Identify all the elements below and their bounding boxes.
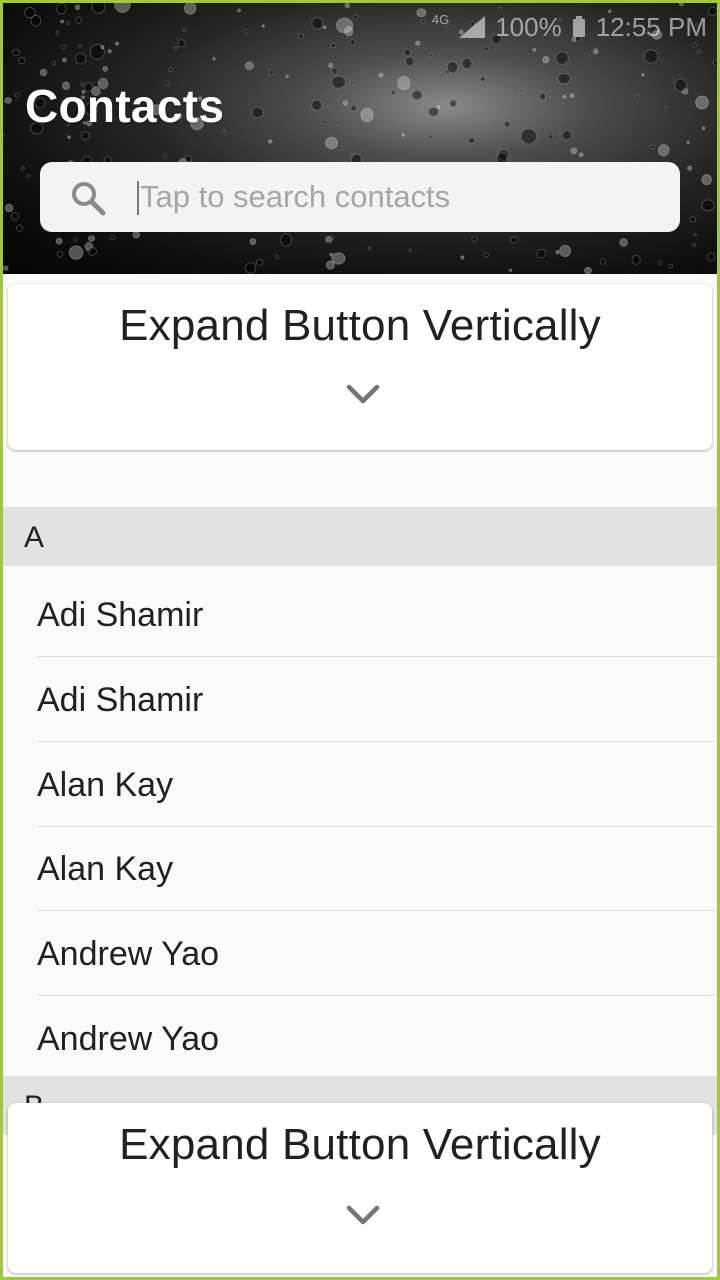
chevron-down-icon	[346, 384, 380, 404]
search-input[interactable]	[140, 162, 660, 232]
contact-name: Andrew Yao	[37, 935, 220, 973]
contact-name: Adi Shamir	[37, 596, 204, 634]
expand-button-label: Expand Button Vertically	[119, 301, 601, 350]
contact-row[interactable]: Adi Shamir	[3, 657, 717, 742]
search-icon	[72, 182, 106, 216]
contact-row[interactable]: Andrew Yao	[3, 911, 717, 996]
contact-row[interactable]: Alan Kay	[3, 826, 717, 911]
contact-name: Adi Shamir	[37, 681, 204, 719]
header-banner: 4G 100% 12:55 PM Contacts	[3, 3, 717, 274]
battery-icon	[572, 16, 585, 37]
contact-name: Andrew Yao	[37, 1020, 220, 1058]
section-header-a: A	[3, 507, 717, 566]
chevron-down-icon	[346, 1205, 380, 1225]
contact-row[interactable]: Andrew Yao	[3, 996, 717, 1081]
expand-button-label: Expand Button Vertically	[119, 1120, 601, 1169]
battery-percent: 100%	[495, 11, 562, 42]
text-cursor	[137, 181, 139, 215]
expand-button-top[interactable]: Expand Button Vertically	[8, 284, 712, 450]
section-letter: A	[24, 521, 45, 554]
contact-name: Alan Kay	[37, 850, 174, 888]
expand-button-bottom[interactable]: Expand Button Vertically	[8, 1103, 712, 1273]
contact-row[interactable]: Alan Kay	[3, 742, 717, 827]
network-type: 4G	[431, 11, 450, 27]
page-title: Contacts	[25, 80, 225, 132]
search-bar[interactable]	[40, 162, 680, 232]
status-bar: 4G 100% 12:55 PM	[432, 9, 707, 45]
signal-icon	[459, 16, 486, 38]
contact-row[interactable]: Adi Shamir	[3, 572, 717, 657]
clock: 12:55 PM	[595, 11, 707, 42]
app-screen: 4G 100% 12:55 PM Contacts Expand Button …	[0, 0, 720, 1280]
contact-name: Alan Kay	[37, 766, 174, 804]
